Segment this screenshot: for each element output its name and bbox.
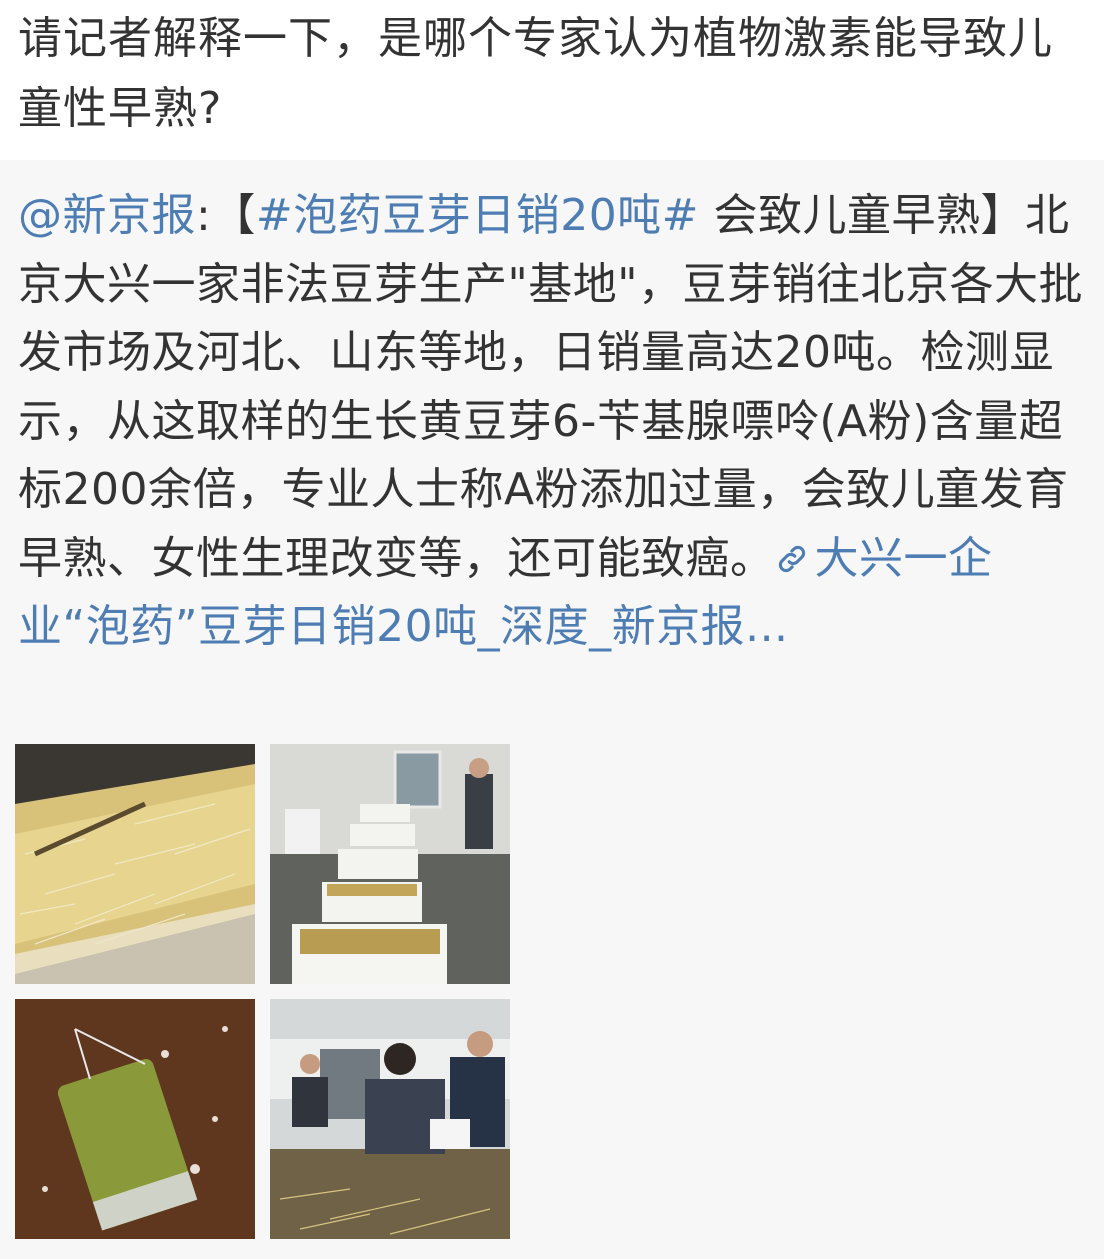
photo-thumbnail-3[interactable]: [15, 999, 255, 1239]
photo-thumbnail-1[interactable]: [15, 744, 255, 984]
repost-body: 会致儿童早熟】北京大兴一家非法豆芽生产"基地"，豆芽销往北京各大批发市场及河北、…: [18, 190, 1083, 584]
photo-thumbnail-4[interactable]: [270, 999, 510, 1239]
link-icon: [775, 528, 809, 572]
image-grid: [15, 744, 510, 1239]
photo-thumbnail-2[interactable]: [270, 744, 510, 984]
mung-bean-bag-photo-icon: [15, 999, 255, 1239]
bean-sprouts-photo-icon: [15, 744, 255, 984]
soaking-tubs-photo-icon: [270, 744, 510, 984]
comment-text: 请记者解释一下，是哪个专家认为植物激素能导致儿童性早熟?: [18, 13, 1053, 134]
comment-text-block: 请记者解释一下，是哪个专家认为植物激素能导致儿童性早熟?: [0, 0, 1104, 160]
bracket-open: 【: [211, 190, 256, 241]
author-colon: :: [196, 190, 212, 241]
inspectors-photo-icon: [270, 999, 510, 1239]
hashtag-link[interactable]: #泡药豆芽日销20吨#: [256, 190, 699, 241]
repost-author-link[interactable]: @新京报: [18, 190, 196, 241]
repost-text: @新京报:【#泡药豆芽日销20吨# 会致儿童早熟】北京大兴一家非法豆芽生产"基地…: [18, 182, 1086, 662]
